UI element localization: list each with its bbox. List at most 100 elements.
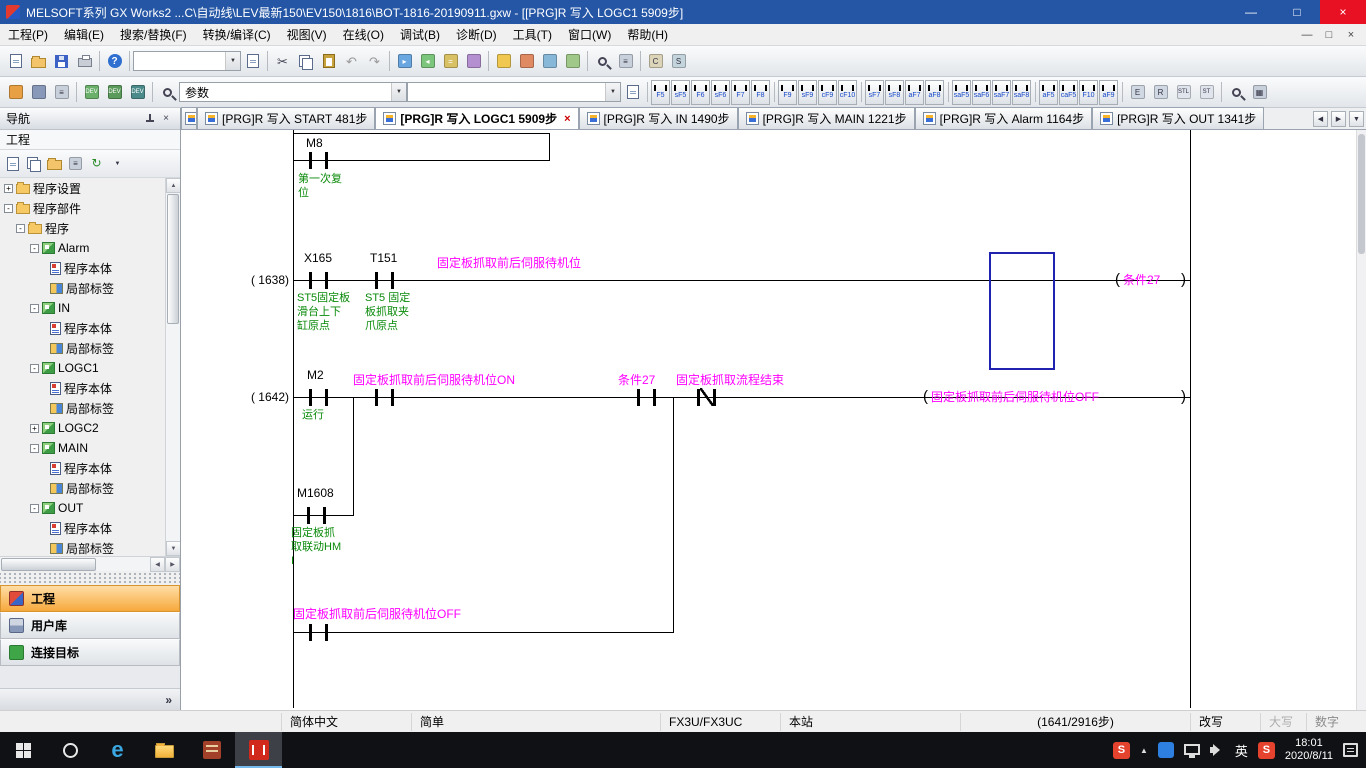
tab-start[interactable]: [PRG]R 写入 START 481步 [197, 107, 375, 129]
add-data-icon[interactable] [3, 154, 22, 173]
print-icon[interactable] [73, 50, 96, 73]
tree-item-alarm[interactable]: -Alarm [0, 238, 180, 258]
tree-vertical-scrollbar[interactable]: ▲ ▼ [165, 178, 180, 556]
mdi-close-button[interactable]: × [1342, 29, 1360, 41]
volume-icon[interactable] [1210, 744, 1225, 756]
ladder-symbol-coil-button[interactable]: F7 [731, 80, 750, 105]
panel-more-buttons[interactable]: » [0, 688, 180, 710]
ladder-symbol-invert-button[interactable]: saF5 [952, 80, 971, 105]
ladder-symbol-delete-branch-button[interactable]: caF5 [1059, 80, 1078, 105]
tab-partial[interactable] [181, 107, 197, 129]
nav-button-connection-destination[interactable]: 连接目标 [0, 639, 180, 666]
contact-m2[interactable] [309, 389, 328, 406]
parameter-icon[interactable] [156, 81, 179, 104]
undo-icon[interactable]: ↶ [340, 50, 363, 73]
tab-scroll-left-icon[interactable]: ◀ [1313, 111, 1328, 127]
ladder-symbol-or-falling-pulse-button[interactable]: aF8 [925, 80, 944, 105]
panel-splitter-grip[interactable] [0, 571, 180, 585]
pin-icon[interactable] [142, 111, 158, 127]
ladder-symbol-or-rising-pulse-button[interactable]: aF7 [905, 80, 924, 105]
expander-icon[interactable]: - [4, 204, 13, 213]
device-comment-icon[interactable]: DEV [80, 81, 103, 104]
new-project-icon[interactable] [4, 50, 27, 73]
ladder-symbol-falling-pulse-button[interactable]: sF8 [885, 80, 904, 105]
tray-app-icon[interactable] [1158, 742, 1174, 758]
menu-view[interactable]: 视图(V) [279, 24, 335, 46]
action-center-icon[interactable] [1343, 743, 1358, 757]
copy-data-icon[interactable] [24, 154, 43, 173]
expander-icon[interactable]: - [30, 244, 39, 253]
tab-scroll-right-icon[interactable]: ▶ [1331, 111, 1346, 127]
tree-item-logc1-label[interactable]: 局部标签 [0, 398, 180, 418]
cut-icon[interactable]: ✂ [271, 50, 294, 73]
search-settings-icon[interactable] [241, 50, 264, 73]
remote-operation-icon[interactable] [462, 50, 485, 73]
network-icon[interactable] [1184, 744, 1200, 755]
edge-button[interactable]: e [94, 732, 141, 768]
scroll-up-icon[interactable]: ▲ [166, 178, 180, 193]
tab-out[interactable]: [PRG]R 写入 OUT 1341步 [1092, 107, 1264, 129]
chevron-down-icon[interactable]: ▼ [605, 83, 620, 101]
expander-icon[interactable]: - [30, 504, 39, 513]
contact-m1608[interactable] [307, 507, 326, 524]
ladder-symbol-instruction-button[interactable]: F8 [751, 80, 770, 105]
tab-alarm[interactable]: [PRG]R 写入 Alarm 1164步 [915, 107, 1092, 129]
scroll-down-icon[interactable]: ▼ [166, 541, 180, 556]
tree-item-alarm-label[interactable]: 局部标签 [0, 278, 180, 298]
sogou-input-icon[interactable]: S [1113, 742, 1130, 759]
ime-language-indicator[interactable]: 英 [1235, 741, 1248, 760]
ladder-symbol-delete-hline-button[interactable]: cF9 [818, 80, 837, 105]
mdi-restore-button[interactable]: □ [1320, 29, 1338, 41]
monitor-write-mode-icon[interactable] [538, 50, 561, 73]
contact-servo-standby-off[interactable] [309, 624, 328, 641]
contact-x165[interactable] [309, 272, 328, 289]
menu-window[interactable]: 窗口(W) [560, 24, 619, 46]
minimize-button[interactable]: — [1228, 0, 1274, 24]
menu-diagnostics[interactable]: 诊断(D) [448, 24, 505, 46]
menu-debug[interactable]: 调试(B) [392, 24, 448, 46]
tab-list-icon[interactable]: ▼ [1349, 111, 1364, 127]
ladder-symbol-rising-pulse-button[interactable]: sF7 [865, 80, 884, 105]
monitor-stop-icon[interactable] [515, 50, 538, 73]
ladder-symbol-pulse-conversion-or-button[interactable]: saF8 [1012, 80, 1031, 105]
ladder-symbol-pulse-conversion-button[interactable]: saF7 [992, 80, 1011, 105]
contact-m8[interactable] [309, 152, 328, 169]
display-format-icon[interactable]: ▦ [1248, 81, 1271, 104]
save-project-icon[interactable] [50, 50, 73, 73]
panel-close-icon[interactable]: × [158, 111, 174, 127]
ladder-symbol-delete-vline-button[interactable]: cF10 [838, 80, 857, 105]
scrollbar-thumb[interactable] [1358, 134, 1365, 254]
ladder-editor[interactable]: M8 第一次复 位 ( 1638) X165 T151 固定板抓取前后伺服待机位… [181, 130, 1356, 710]
coil-label[interactable]: 固定板抓取前后伺服待机位OFF [931, 390, 1099, 404]
tree-item-pou[interactable]: -程序部件 [0, 198, 180, 218]
chevron-down-icon[interactable]: ▼ [225, 52, 240, 70]
contact-nc-grab-flow-end[interactable] [697, 389, 716, 406]
gx-works2-taskbar-button[interactable] [235, 732, 282, 768]
ladder-symbol-or-closed-contact-button[interactable]: sF6 [711, 80, 730, 105]
ladder-symbol-closed-contact-button[interactable]: sF5 [671, 80, 690, 105]
tab-logc1-active[interactable]: [PRG]R 写入 LOGC1 5909步× [375, 107, 578, 129]
ladder-symbol-f10-button[interactable]: F10 [1079, 80, 1098, 105]
tab-in[interactable]: [PRG]R 写入 IN 1490步 [579, 107, 738, 129]
ladder-symbol-or-contact-button[interactable]: F6 [691, 80, 710, 105]
verify-with-plc-icon[interactable]: = [439, 50, 462, 73]
ladder-symbol-hline-button[interactable]: F9 [778, 80, 797, 105]
stl-instruction-icon[interactable]: STL [1172, 81, 1195, 104]
tree-item-logc2[interactable]: +LOGC2 [0, 418, 180, 438]
start-button[interactable] [0, 732, 47, 768]
chevron-down-icon[interactable]: ▼ [391, 83, 406, 101]
scroll-left-icon[interactable]: ◀ [150, 557, 165, 572]
ladder-symbol-branch-button[interactable]: aF5 [1039, 80, 1058, 105]
taskbar-clock[interactable]: 18:01 2020/8/11 [1285, 737, 1333, 763]
sort-icon[interactable]: ≡ [66, 154, 85, 173]
editor-vertical-scrollbar[interactable] [1356, 130, 1366, 710]
ladder-symbol-af9-button[interactable]: aF9 [1099, 80, 1118, 105]
comment-display-icon[interactable]: C [644, 50, 667, 73]
label-setting-icon[interactable]: DEV [126, 81, 149, 104]
coil-label[interactable]: 条件27 [1123, 273, 1160, 287]
help-icon[interactable]: ? [103, 50, 126, 73]
menu-help[interactable]: 帮助(H) [619, 24, 676, 46]
output-window-icon[interactable]: ≡ [50, 81, 73, 104]
show-hidden-icons-chevron[interactable]: ▲ [1140, 746, 1148, 755]
refresh-icon[interactable]: ↻ [87, 154, 106, 173]
